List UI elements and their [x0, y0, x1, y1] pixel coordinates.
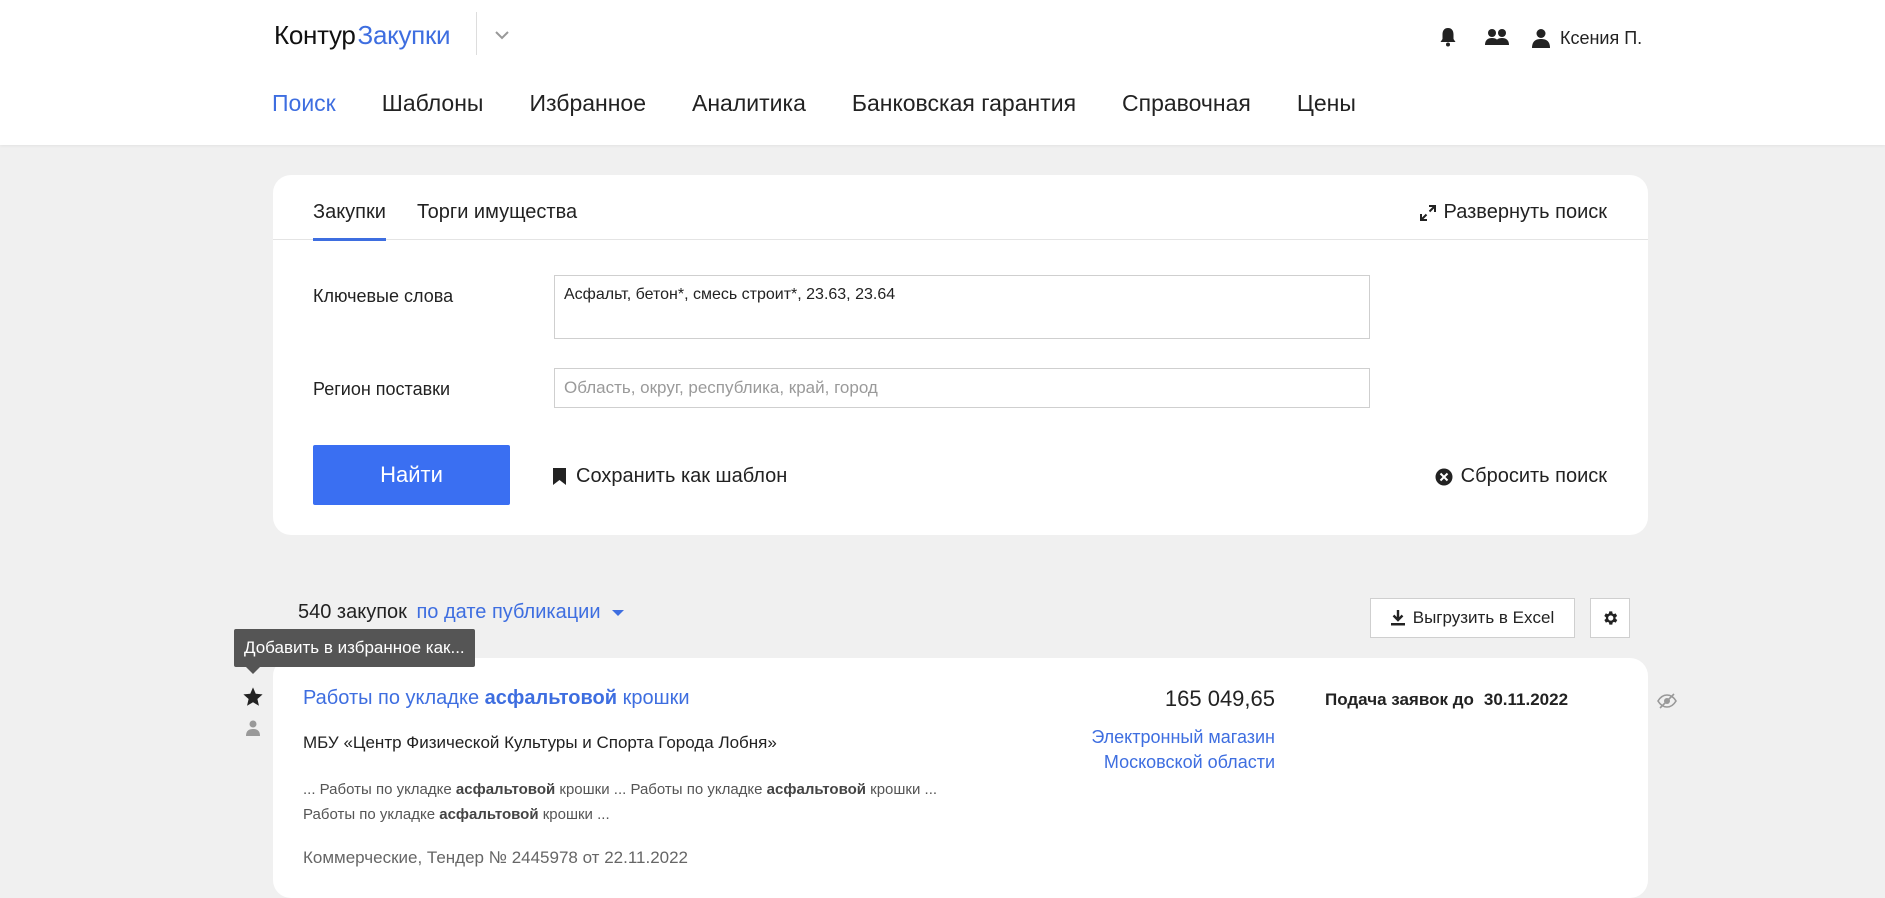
region-input[interactable] [554, 368, 1370, 408]
results-summary: 540 закупок по дате публикации [298, 601, 625, 624]
tab-purchases[interactable]: Закупки [313, 201, 386, 241]
nav-item-favorites[interactable]: Избранное [529, 90, 646, 117]
assign-user-icon[interactable] [246, 720, 260, 736]
result-price: 165 049,65 [1164, 686, 1275, 711]
keywords-label: Ключевые слова [313, 286, 454, 306]
result-platform-link[interactable]: Электронный магазин Московской области [1091, 725, 1275, 775]
find-button[interactable]: Найти [313, 445, 510, 505]
logo-brand: Контур [274, 20, 356, 50]
keywords-input[interactable] [554, 275, 1370, 339]
caret-down-icon [612, 609, 625, 616]
expand-search-link[interactable]: Развернуть поиск [1419, 201, 1607, 224]
logo-product: Закупки [357, 20, 451, 50]
search-tabs: Закупки Торги имущества Развернуть поиск [273, 175, 1648, 241]
snippet-text: крошки ... Работы по укладке [555, 781, 767, 798]
title-text: Работы по укладке [303, 687, 485, 709]
logo-divider [476, 12, 477, 55]
download-icon [1390, 610, 1405, 626]
sort-dropdown[interactable]: по дате публикации [416, 601, 625, 623]
snippet-text: крошки ... [865, 781, 938, 798]
nav-item-bank-guarantee[interactable]: Банковская гарантия [852, 90, 1076, 117]
expand-icon [1419, 204, 1436, 221]
region-label: Регион поставки [313, 379, 451, 399]
snippet-text: крошки ... [538, 806, 610, 823]
reset-search-label: Сбросить поиск [1460, 465, 1607, 487]
main-nav: Поиск Шаблоны Избранное Аналитика Банков… [272, 90, 1402, 117]
export-excel-button[interactable]: Выгрузить в Excel [1370, 598, 1575, 638]
user-menu[interactable]: Ксения П. [1532, 26, 1642, 50]
team-icon[interactable] [1484, 26, 1510, 48]
title-highlight: асфальтовой [484, 687, 618, 709]
bell-icon[interactable] [1437, 26, 1459, 48]
results-count: 540 закупок [298, 601, 407, 623]
search-panel: Закупки Торги имущества Развернуть поиск… [273, 175, 1648, 535]
title-text: крошки [617, 687, 690, 709]
nav-item-prices[interactable]: Цены [1297, 90, 1356, 117]
sort-label: по дате публикации [416, 601, 601, 623]
user-icon [1532, 29, 1550, 48]
reset-search-link[interactable]: Сбросить поиск [1435, 465, 1607, 488]
platform-line: Московской области [1103, 752, 1275, 772]
save-template-label: Сохранить как шаблон [576, 465, 788, 487]
snippet-highlight: асфальтовой [439, 806, 539, 823]
snippet-highlight: асфальтовой [766, 781, 866, 798]
favorite-tooltip: Добавить в избранное как... [234, 629, 475, 674]
save-template-link[interactable]: Сохранить как шаблон [553, 465, 787, 488]
deadline-label: Подача заявок до [1325, 690, 1474, 709]
nav-item-search[interactable]: Поиск [272, 90, 336, 117]
nav-item-templates[interactable]: Шаблоны [382, 90, 484, 117]
result-meta: Коммерческие, Тендер № 2445978 от 22.11.… [303, 848, 689, 867]
snippet-text: ... Работы по укладке [303, 781, 456, 798]
bookmark-icon [553, 468, 566, 485]
logo[interactable]: КонтурЗакупки [274, 20, 451, 51]
result-organization: МБУ «Центр Физической Культуры и Спорта … [303, 733, 777, 752]
result-deadline: Подача заявок до 30.11.2022 [1325, 690, 1568, 710]
chevron-down-icon[interactable] [492, 25, 512, 45]
expand-search-label: Развернуть поиск [1443, 201, 1607, 223]
top-header: КонтурЗакупки Ксения П. Поиск Шаблоны Из… [0, 0, 1885, 145]
deadline-date: 30.11.2022 [1483, 690, 1569, 709]
hide-eye-icon[interactable] [1657, 691, 1677, 711]
result-snippet: ... Работы по укладке асфальтовой крошки… [303, 777, 1043, 827]
star-icon[interactable] [242, 686, 264, 708]
nav-item-reference[interactable]: Справочная [1122, 90, 1251, 117]
snippet-highlight: асфальтовой [455, 781, 556, 798]
platform-line: Электронный магазин [1091, 727, 1275, 747]
result-title[interactable]: Работы по укладке асфальтовой крошки [303, 687, 690, 710]
tab-property-auctions[interactable]: Торги имущества [417, 201, 577, 238]
nav-item-analytics[interactable]: Аналитика [692, 90, 806, 117]
gear-icon [1604, 611, 1618, 625]
export-excel-label: Выгрузить в Excel [1412, 608, 1555, 627]
close-circle-icon [1435, 468, 1453, 485]
user-name: Ксения П. [1560, 27, 1643, 48]
snippet-text: Работы по укладке [303, 806, 440, 823]
settings-button[interactable] [1590, 598, 1630, 638]
